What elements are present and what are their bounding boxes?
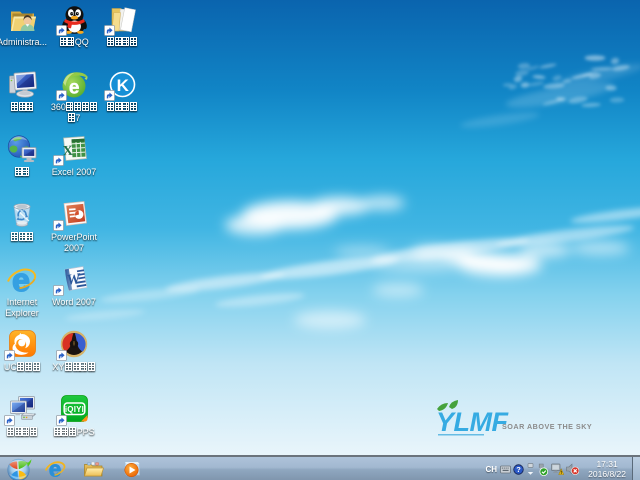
svg-text:SOAR ABOVE THE SKY: SOAR ABOVE THE SKY bbox=[502, 422, 592, 431]
svg-text:iQIYI: iQIYI bbox=[64, 405, 83, 414]
svg-text:e: e bbox=[69, 78, 80, 99]
svg-text:K: K bbox=[116, 76, 129, 95]
svg-text:?: ? bbox=[516, 465, 521, 474]
svg-text:YLMF: YLMF bbox=[436, 407, 509, 437]
svg-text:X: X bbox=[62, 144, 73, 160]
